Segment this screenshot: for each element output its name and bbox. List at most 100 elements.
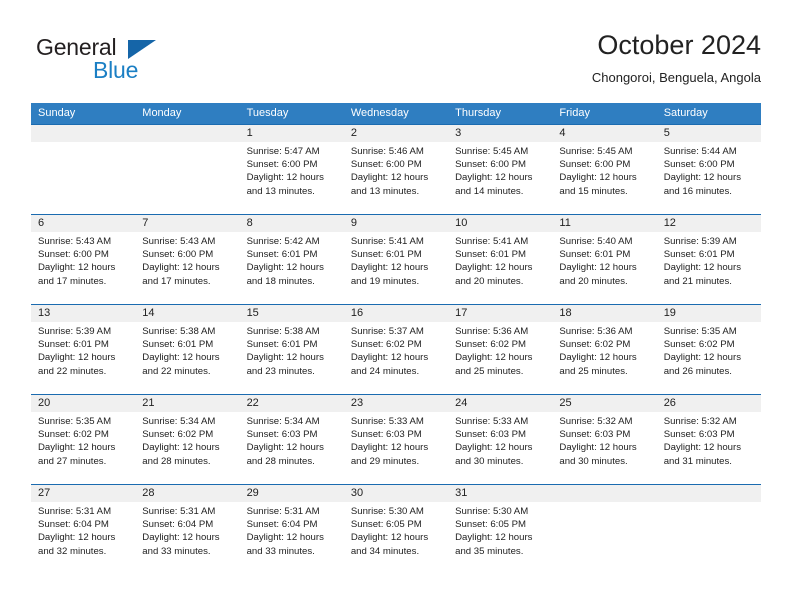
sunrise-text: Sunrise: 5:41 AM — [455, 236, 529, 247]
daylight-line1: Daylight: 12 hours — [142, 442, 220, 454]
day-info: Sunrise: 5:30 AM Sunset: 6:05 PM Dayligh… — [455, 505, 549, 558]
sunrise-text: Sunrise: 5:34 AM — [142, 416, 216, 427]
sunset-text: Sunset: 6:04 PM — [142, 519, 214, 531]
weekday-header-tuesday: Tuesday — [246, 107, 289, 119]
sunset-text: Sunset: 6:00 PM — [455, 159, 527, 171]
daylight-line2: and 16 minutes. — [663, 185, 732, 197]
day-number: 11 — [559, 217, 571, 229]
day-cell[interactable]: 15 Sunrise: 5:38 AM Sunset: 6:01 PM Dayl… — [240, 305, 344, 394]
day-info: Sunrise: 5:35 AM Sunset: 6:02 PM Dayligh… — [38, 415, 132, 468]
day-cell[interactable]: 9 Sunrise: 5:41 AM Sunset: 6:01 PM Dayli… — [344, 215, 448, 304]
day-number: 18 — [559, 307, 572, 319]
day-number: 21 — [142, 397, 155, 409]
day-cell[interactable]: 12 Sunrise: 5:39 AM Sunset: 6:01 PM Dayl… — [657, 215, 761, 304]
daylight-line2: and 25 minutes. — [559, 365, 628, 377]
sunrise-text: Sunrise: 5:32 AM — [559, 416, 633, 427]
daylight-line1: Daylight: 12 hours — [246, 532, 324, 544]
day-number: 4 — [559, 127, 566, 139]
page-subtitle: Chongoroi, Benguela, Angola — [591, 70, 761, 85]
daylight-line1: Daylight: 12 hours — [559, 352, 637, 364]
daylight-line1: Daylight: 12 hours — [350, 532, 429, 544]
sunset-text: Sunset: 6:03 PM — [663, 429, 735, 441]
day-number: 6 — [38, 217, 45, 229]
day-cell[interactable]: 29 Sunrise: 5:31 AM Sunset: 6:04 PM Dayl… — [240, 485, 344, 574]
day-cell[interactable]: 3 Sunrise: 5:45 AM Sunset: 6:00 PM Dayli… — [448, 125, 552, 214]
daylight-line1: Daylight: 12 hours — [455, 532, 533, 544]
day-cell[interactable] — [552, 485, 656, 574]
day-cell[interactable]: 7 Sunrise: 5:43 AM Sunset: 6:00 PM Dayli… — [135, 215, 239, 304]
sunset-text: Sunset: 6:02 PM — [559, 339, 631, 351]
day-info: Sunrise: 5:32 AM Sunset: 6:03 PM Dayligh… — [559, 415, 653, 468]
daylight-line2: and 17 minutes. — [142, 275, 211, 287]
day-cell[interactable]: 16 Sunrise: 5:37 AM Sunset: 6:02 PM Dayl… — [344, 305, 448, 394]
day-cell[interactable]: 6 Sunrise: 5:43 AM Sunset: 6:00 PM Dayli… — [31, 215, 135, 304]
day-cell[interactable] — [31, 125, 135, 214]
day-number: 16 — [350, 307, 364, 319]
sunrise-text: Sunrise: 5:41 AM — [350, 236, 424, 247]
sunset-text: Sunset: 6:00 PM — [142, 249, 214, 261]
sunrise-text: Sunrise: 5:47 AM — [246, 146, 320, 157]
day-cell[interactable] — [135, 125, 239, 214]
day-cell[interactable]: 5 Sunrise: 5:44 AM Sunset: 6:00 PM Dayli… — [657, 125, 761, 214]
day-number: 7 — [142, 217, 149, 229]
daylight-line1: Daylight: 12 hours — [246, 172, 324, 184]
day-cell[interactable]: 13 Sunrise: 5:39 AM Sunset: 6:01 PM Dayl… — [31, 305, 135, 394]
day-cell[interactable] — [657, 485, 761, 574]
day-cell[interactable]: 22 Sunrise: 5:34 AM Sunset: 6:03 PM Dayl… — [240, 395, 344, 484]
sunset-text: Sunset: 6:01 PM — [142, 339, 214, 351]
day-cell[interactable]: 19 Sunrise: 5:35 AM Sunset: 6:02 PM Dayl… — [657, 305, 761, 394]
daylight-line1: Daylight: 12 hours — [559, 262, 637, 274]
day-cell[interactable]: 24 Sunrise: 5:33 AM Sunset: 6:03 PM Dayl… — [448, 395, 552, 484]
day-number: 23 — [350, 397, 364, 409]
daylight-line1: Daylight: 12 hours — [142, 352, 220, 364]
day-cell[interactable]: 14 Sunrise: 5:38 AM Sunset: 6:01 PM Dayl… — [135, 305, 239, 394]
day-cell[interactable]: 2 Sunrise: 5:46 AM Sunset: 6:00 PM Dayli… — [344, 125, 448, 214]
daylight-line2: and 34 minutes. — [350, 545, 420, 557]
sunrise-text: Sunrise: 5:36 AM — [559, 326, 633, 337]
day-cell[interactable]: 27 Sunrise: 5:31 AM Sunset: 6:04 PM Dayl… — [31, 485, 135, 574]
sunrise-text: Sunrise: 5:35 AM — [663, 326, 737, 337]
day-info: Sunrise: 5:43 AM Sunset: 6:00 PM Dayligh… — [142, 235, 236, 288]
sunset-text: Sunset: 6:02 PM — [38, 429, 109, 441]
day-number: 22 — [246, 397, 259, 409]
day-cell[interactable]: 28 Sunrise: 5:31 AM Sunset: 6:04 PM Dayl… — [135, 485, 239, 574]
day-cell[interactable]: 30 Sunrise: 5:30 AM Sunset: 6:05 PM Dayl… — [344, 485, 448, 574]
day-cell[interactable]: 8 Sunrise: 5:42 AM Sunset: 6:01 PM Dayli… — [240, 215, 344, 304]
day-cell[interactable]: 17 Sunrise: 5:36 AM Sunset: 6:02 PM Dayl… — [448, 305, 552, 394]
daylight-line1: Daylight: 12 hours — [38, 442, 116, 454]
general-blue-logo[interactable]: General Blue — [31, 28, 231, 84]
sunrise-text: Sunrise: 5:42 AM — [246, 236, 320, 247]
calendar-page: General Blue October 2024 Chongoroi, Ben… — [0, 0, 792, 612]
day-cell[interactable]: 26 Sunrise: 5:32 AM Sunset: 6:03 PM Dayl… — [657, 395, 761, 484]
day-cell[interactable]: 18 Sunrise: 5:36 AM Sunset: 6:02 PM Dayl… — [552, 305, 656, 394]
calendar-week-row: 13 Sunrise: 5:39 AM Sunset: 6:01 PM Dayl… — [31, 304, 761, 394]
sunset-text: Sunset: 6:03 PM — [246, 429, 318, 441]
day-cell[interactable]: 23 Sunrise: 5:33 AM Sunset: 6:03 PM Dayl… — [344, 395, 448, 484]
daylight-line1: Daylight: 12 hours — [663, 262, 742, 274]
day-cell[interactable]: 4 Sunrise: 5:45 AM Sunset: 6:00 PM Dayli… — [552, 125, 656, 214]
day-cell[interactable]: 21 Sunrise: 5:34 AM Sunset: 6:02 PM Dayl… — [135, 395, 239, 484]
day-info: Sunrise: 5:33 AM Sunset: 6:03 PM Dayligh… — [455, 415, 549, 468]
day-cell[interactable]: 31 Sunrise: 5:30 AM Sunset: 6:05 PM Dayl… — [448, 485, 552, 574]
day-number — [664, 485, 758, 502]
day-cell[interactable]: 20 Sunrise: 5:35 AM Sunset: 6:02 PM Dayl… — [31, 395, 135, 484]
day-number: 2 — [350, 127, 357, 139]
day-number: 10 — [455, 217, 468, 229]
daylight-line2: and 15 minutes. — [559, 185, 628, 197]
day-cell[interactable]: 10 Sunrise: 5:41 AM Sunset: 6:01 PM Dayl… — [448, 215, 552, 304]
daylight-line2: and 32 minutes. — [38, 545, 107, 557]
sunset-text: Sunset: 6:01 PM — [350, 249, 422, 261]
day-number: 19 — [663, 307, 676, 319]
daylight-line1: Daylight: 12 hours — [38, 352, 116, 364]
day-number: 8 — [246, 217, 253, 229]
sunrise-text: Sunrise: 5:38 AM — [142, 326, 216, 337]
day-info: Sunrise: 5:38 AM Sunset: 6:01 PM Dayligh… — [142, 325, 236, 378]
daylight-line1: Daylight: 12 hours — [455, 262, 533, 274]
day-cell[interactable]: 25 Sunrise: 5:32 AM Sunset: 6:03 PM Dayl… — [552, 395, 656, 484]
day-cell[interactable]: 1 Sunrise: 5:47 AM Sunset: 6:00 PM Dayli… — [240, 125, 344, 214]
daylight-line1: Daylight: 12 hours — [559, 172, 637, 184]
sunrise-text: Sunrise: 5:43 AM — [38, 236, 112, 247]
day-cell[interactable]: 11 Sunrise: 5:40 AM Sunset: 6:01 PM Dayl… — [552, 215, 656, 304]
day-info: Sunrise: 5:34 AM Sunset: 6:02 PM Dayligh… — [142, 415, 236, 468]
sunrise-text: Sunrise: 5:46 AM — [350, 146, 424, 157]
